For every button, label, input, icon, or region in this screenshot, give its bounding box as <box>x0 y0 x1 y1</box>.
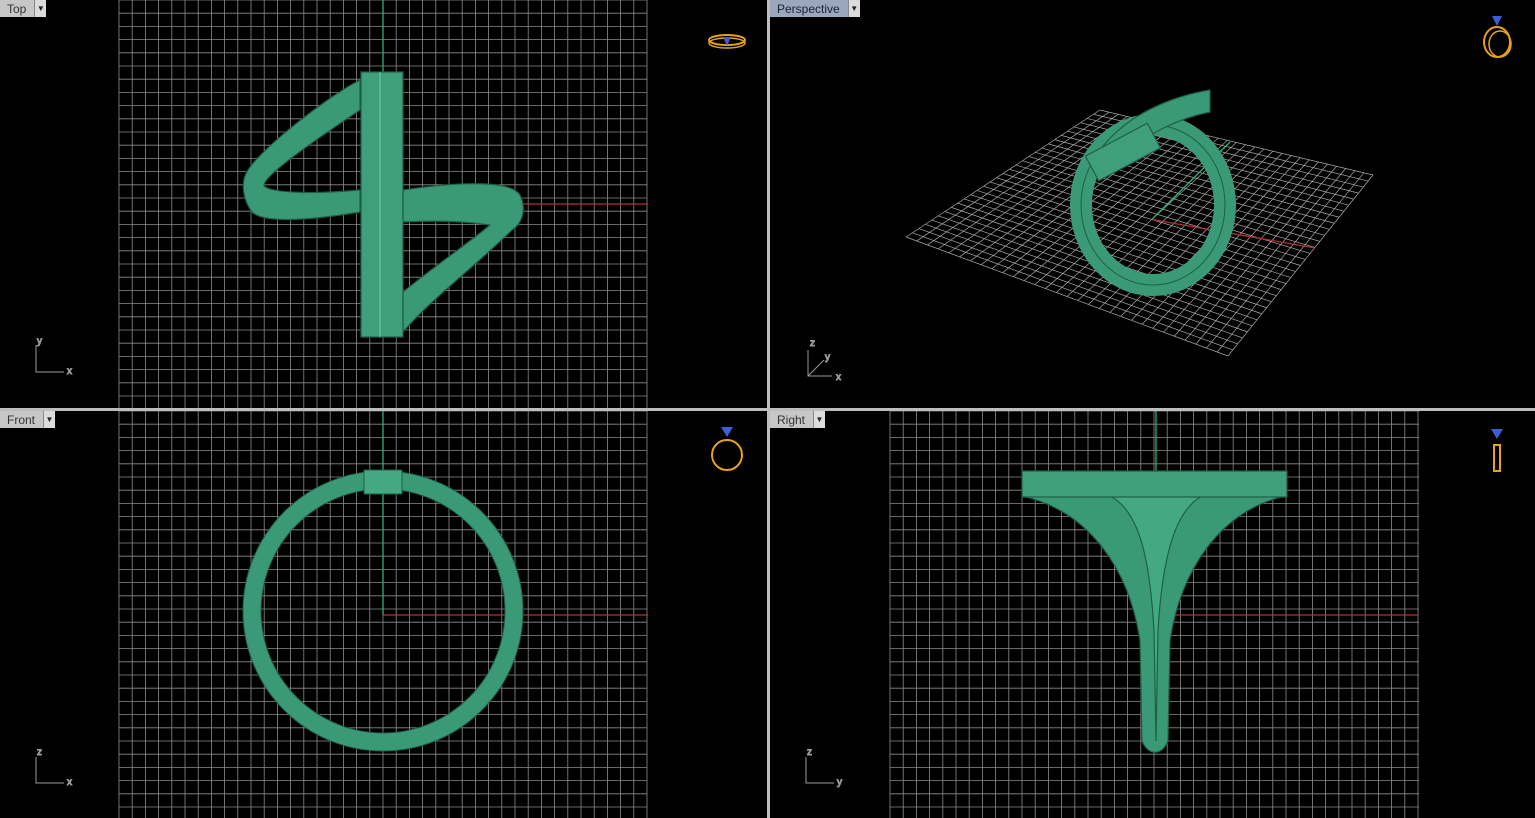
viewport-tab-front[interactable]: Front ▼ <box>0 411 56 428</box>
axis-triad: z x <box>35 747 73 789</box>
axis-v-label: z <box>37 747 42 758</box>
viewport-tab-perspective[interactable]: Perspective ▼ <box>770 0 860 17</box>
viewport-label[interactable]: Front <box>0 411 44 428</box>
viewport-label[interactable]: Right <box>770 411 814 428</box>
axis-triad: y x <box>35 336 73 378</box>
axis-h-label: x <box>67 777 72 788</box>
viewport-tab-top[interactable]: Top ▼ <box>0 0 47 17</box>
axis-h-label: x <box>67 366 72 377</box>
axis-v-label: y <box>37 336 42 347</box>
axis-triad: z y x <box>807 338 842 384</box>
ring-orientation-icon[interactable] <box>708 34 746 49</box>
ring-orientation-icon[interactable] <box>1483 16 1512 58</box>
viewport-canvas-perspective[interactable]: z y x <box>770 0 1535 408</box>
axis-h-label: x <box>836 372 841 383</box>
viewport-front[interactable]: Front ▼ z x <box>0 411 767 818</box>
viewport-top[interactable]: Top ▼ y x <box>0 0 767 408</box>
viewport-canvas-top[interactable]: y x <box>0 0 767 408</box>
ring-orientation-icon[interactable] <box>1491 429 1503 472</box>
chevron-down-icon[interactable]: ▼ <box>847 0 860 17</box>
chevron-down-icon[interactable]: ▼ <box>34 0 47 17</box>
viewport-canvas-front[interactable]: z x <box>0 411 767 818</box>
chevron-down-icon[interactable]: ▼ <box>43 411 56 428</box>
viewport-tab-right[interactable]: Right ▼ <box>770 411 826 428</box>
axis-v-label: z <box>810 338 815 349</box>
viewport-divider-horizontal[interactable] <box>0 408 1535 411</box>
axis-triad: z y <box>805 747 843 789</box>
viewport-label[interactable]: Perspective <box>770 0 848 17</box>
viewport-right[interactable]: Right ▼ z y <box>770 411 1535 818</box>
ring-model-perspective[interactable] <box>1070 89 1236 296</box>
viewport-perspective[interactable]: Perspective ▼ z y x <box>770 0 1535 408</box>
ring-orientation-icon[interactable] <box>711 427 743 471</box>
chevron-down-icon[interactable]: ▼ <box>813 411 826 428</box>
viewport-canvas-right[interactable]: z y <box>770 411 1535 818</box>
axis-d-label: y <box>825 352 830 363</box>
axis-v-label: z <box>807 747 812 758</box>
viewport-label[interactable]: Top <box>0 0 35 17</box>
ring-model-top[interactable] <box>242 71 524 338</box>
axis-h-label: y <box>837 777 842 788</box>
